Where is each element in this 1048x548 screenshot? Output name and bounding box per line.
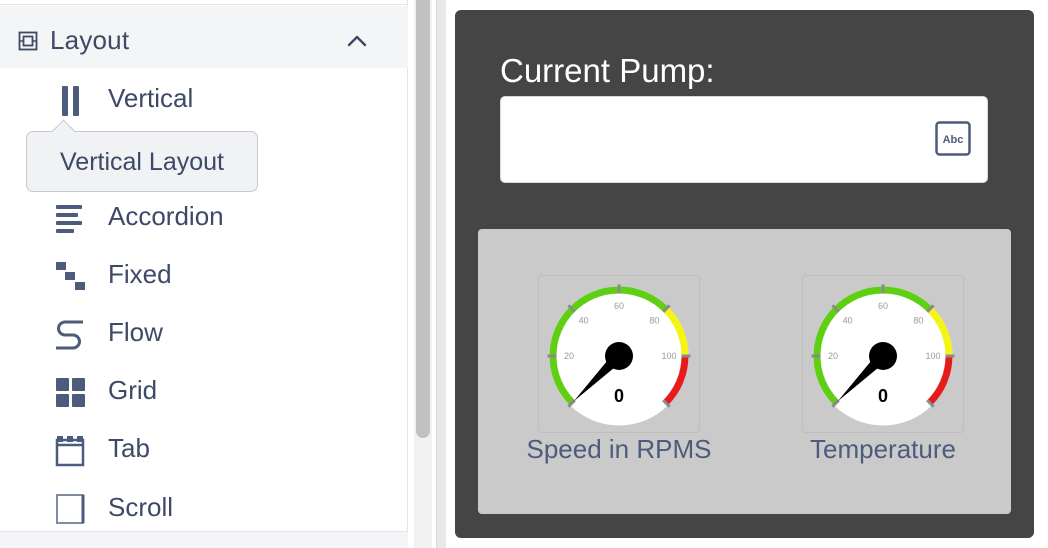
palette-item-label: Fixed bbox=[108, 259, 172, 289]
layout-section-title: Layout bbox=[50, 25, 130, 55]
accordion-icon bbox=[56, 205, 82, 233]
divider bbox=[0, 4, 408, 5]
gauge-value: 0 bbox=[878, 386, 888, 406]
gauge-tick-label: 40 bbox=[843, 316, 853, 326]
gauge-needle-hub bbox=[869, 342, 897, 370]
component-palette: Layout Vertical Accordion Fixed Flow Gri… bbox=[0, 0, 408, 548]
gauge-temperature-dial: 20 40 60 80 100 0 bbox=[811, 284, 955, 426]
palette-scrollbar-thumb[interactable] bbox=[416, 0, 430, 438]
gauge-tick-label: 40 bbox=[579, 316, 589, 326]
palette-item-label: Vertical bbox=[108, 83, 194, 113]
gauge-speed-title: Speed in RPMS bbox=[526, 434, 712, 464]
gauge-tick-label: 80 bbox=[649, 316, 659, 326]
flow-layout-icon bbox=[56, 320, 83, 350]
current-pump-field[interactable] bbox=[500, 96, 988, 183]
grid-layout-icon bbox=[56, 378, 85, 407]
palette-bottom-strip bbox=[0, 531, 408, 548]
palette-item-accordion[interactable]: Accordion bbox=[0, 190, 408, 240]
tab-layout-icon bbox=[55, 436, 85, 467]
abc-icon-text: Abc bbox=[943, 134, 964, 146]
gauge-needle-hub bbox=[605, 342, 633, 370]
fixed-layout-icon bbox=[56, 262, 85, 290]
palette-item-label: Flow bbox=[108, 317, 163, 347]
layout-section-header[interactable]: Layout bbox=[0, 6, 408, 68]
palette-item-tab[interactable]: Tab bbox=[0, 422, 408, 472]
gauge-tick-label: 100 bbox=[661, 351, 676, 361]
tooltip-text: Vertical Layout bbox=[60, 148, 224, 176]
scroll-layout-icon bbox=[56, 494, 85, 524]
layout-section-icon bbox=[18, 31, 38, 51]
gauge-tick-label: 100 bbox=[925, 351, 940, 361]
gauge-temperature[interactable]: 20 40 60 80 100 0 bbox=[802, 275, 964, 433]
palette-item-label: Accordion bbox=[108, 201, 224, 231]
gauge-tick-label: 20 bbox=[828, 351, 838, 361]
chevron-up-icon[interactable] bbox=[346, 34, 368, 48]
gauge-tick-label: 60 bbox=[878, 301, 888, 311]
palette-item-label: Grid bbox=[108, 375, 158, 405]
palette-item-flow[interactable]: Flow bbox=[0, 306, 408, 356]
palette-item-vertical[interactable]: Vertical bbox=[0, 72, 408, 122]
gauge-temperature-title: Temperature bbox=[810, 434, 956, 464]
gauge-tick-label: 60 bbox=[614, 301, 624, 311]
palette-item-grid[interactable]: Grid bbox=[0, 364, 408, 414]
current-pump-label: Current Pump: bbox=[500, 52, 715, 89]
gauge-tick-label: 20 bbox=[564, 351, 574, 361]
gauge-value: 0 bbox=[614, 386, 624, 406]
palette-item-scroll[interactable]: Scroll bbox=[0, 481, 408, 531]
vertical-layout-icon bbox=[62, 86, 79, 116]
tooltip-arrow bbox=[51, 119, 76, 144]
palette-item-fixed[interactable]: Fixed bbox=[0, 248, 408, 298]
text-field-icon: Abc bbox=[935, 121, 971, 156]
current-pump-input[interactable] bbox=[501, 97, 921, 182]
gauge-speed-dial: 20 40 60 80 100 0 bbox=[547, 284, 691, 426]
panel-resize-divider[interactable] bbox=[436, 0, 446, 548]
gauge-speed[interactable]: 20 40 60 80 100 0 bbox=[538, 275, 700, 433]
palette-item-label: Tab bbox=[108, 433, 150, 463]
gauge-tick-label: 80 bbox=[913, 316, 923, 326]
palette-item-label: Scroll bbox=[108, 492, 174, 522]
tooltip-vertical-layout: Vertical Layout bbox=[26, 119, 258, 192]
